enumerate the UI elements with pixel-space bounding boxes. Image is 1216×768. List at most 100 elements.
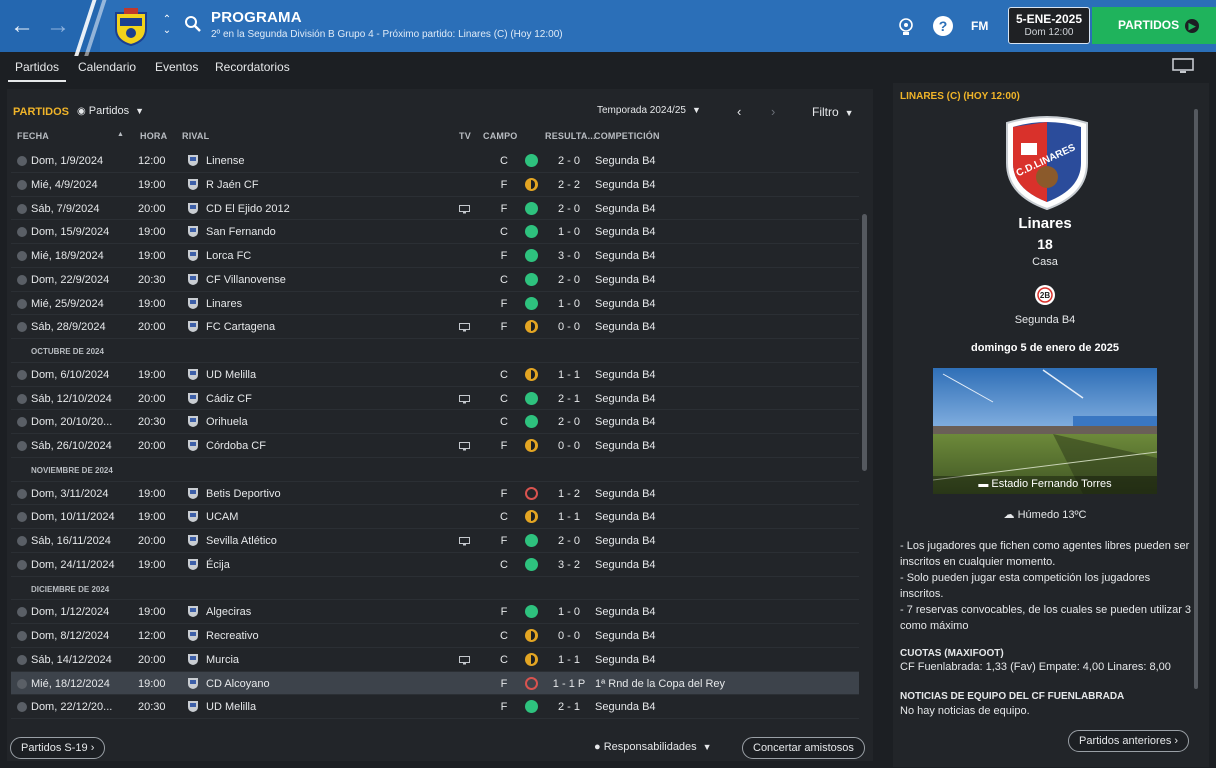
table-row[interactable]: Dom, 10/11/2024 19:00 UCAM C 1 - 1 Segunda B4 — [11, 505, 859, 529]
score-cell[interactable]: 2 - 1 — [549, 393, 589, 405]
rival-link[interactable]: UCAM — [206, 511, 238, 523]
rival-link[interactable]: Linense — [206, 155, 245, 167]
club-crest-icon[interactable] — [110, 5, 152, 47]
score-cell[interactable]: 1 - 0 — [549, 606, 589, 618]
rival-link[interactable]: Linares — [206, 298, 242, 310]
score-cell[interactable]: 1 - 1 — [549, 511, 589, 523]
score-cell[interactable]: 2 - 2 — [549, 179, 589, 191]
score-cell[interactable]: 1 - 1 — [549, 654, 589, 666]
table-row[interactable]: Dom, 1/12/2024 19:00 Algeciras F 1 - 0 Segund… — [11, 600, 859, 624]
partidos-s19-button[interactable]: Partidos S-19 › — [10, 737, 106, 759]
search-icon[interactable] — [184, 15, 202, 33]
tab-recordatorios[interactable]: Recordatorios — [215, 60, 290, 74]
score-cell[interactable]: 3 - 2 — [549, 559, 589, 571]
next-season-icon[interactable]: › — [771, 104, 775, 119]
table-row[interactable]: Dom, 22/12/20... 20:30 UD Melilla F 2 - 1 Seg… — [11, 695, 859, 719]
side-scrollbar[interactable] — [1194, 109, 1198, 689]
score-cell[interactable]: 1 - 0 — [549, 226, 589, 238]
score-cell[interactable]: 3 - 0 — [549, 250, 589, 262]
rival-link[interactable]: CD El Ejido 2012 — [206, 203, 290, 215]
table-row[interactable]: Dom, 20/10/20... 20:30 Orihuela C 2 - 0 Segun… — [11, 410, 859, 434]
score-cell[interactable]: 0 - 0 — [549, 440, 589, 452]
score-cell[interactable]: 2 - 0 — [549, 203, 589, 215]
rival-link[interactable]: Écija — [206, 559, 230, 571]
col-fecha[interactable]: FECHA — [17, 131, 49, 141]
score-cell[interactable]: 0 - 0 — [549, 321, 589, 333]
table-row[interactable]: Mié, 18/12/2024 19:00 CD Alcoyano F 1 - 1 P 1… — [11, 671, 859, 696]
continue-partidos-button[interactable]: PARTIDOS ▶ — [1092, 7, 1216, 44]
table-row[interactable]: Dom, 22/9/2024 20:30 CF Villanovense C 2 - 0… — [11, 268, 859, 292]
table-row[interactable]: Sáb, 28/9/2024 20:00 FC Cartagena F 0 - 0 Seg… — [11, 315, 859, 339]
table-row[interactable]: Mié, 25/9/2024 19:00 Linares F 1 - 0 Segunda … — [11, 292, 859, 316]
score-cell[interactable]: 0 - 0 — [549, 630, 589, 642]
rival-link[interactable]: UD Melilla — [206, 701, 256, 713]
rival-link[interactable]: Lorca FC — [206, 250, 251, 262]
col-hora[interactable]: HORA — [140, 131, 167, 141]
rival-link[interactable]: FC Cartagena — [206, 321, 275, 333]
rival-link[interactable]: R Jaén CF — [206, 179, 259, 191]
view-dropdown[interactable]: ◉ Partidos ▼ — [77, 105, 144, 117]
table-row[interactable]: Dom, 8/12/2024 12:00 Recreativo C 0 - 0 Segun… — [11, 624, 859, 648]
score-cell[interactable]: 2 - 0 — [549, 155, 589, 167]
score-cell[interactable]: 2 - 0 — [549, 416, 589, 428]
rival-link[interactable]: Algeciras — [206, 606, 251, 618]
rival-link[interactable]: Recreativo — [206, 630, 259, 642]
tab-partidos[interactable]: Partidos — [7, 60, 67, 82]
scrollbar[interactable] — [862, 214, 867, 471]
col-resultado[interactable]: RESULTA... — [545, 131, 596, 141]
table-row[interactable]: Dom, 15/9/2024 19:00 San Fernando C 1 - 0 Seg… — [11, 220, 859, 244]
tab-eventos[interactable]: Eventos — [155, 60, 198, 74]
table-row[interactable]: Dom, 1/9/2024 12:00 Linense C 2 - 0 Segunda B… — [11, 149, 859, 173]
rival-link[interactable]: CD Alcoyano — [206, 678, 270, 690]
prev-season-icon[interactable]: ‹ — [737, 104, 741, 119]
col-tv[interactable]: TV — [459, 131, 471, 141]
table-row[interactable]: Dom, 3/11/2024 19:00 Betis Deportivo F 1 - 2… — [11, 482, 859, 506]
table-row[interactable]: Sáb, 7/9/2024 20:00 CD El Ejido 2012 F 2 - 0… — [11, 197, 859, 221]
score-cell[interactable]: 1 - 2 — [549, 488, 589, 500]
fm-logo[interactable]: FM — [971, 14, 988, 38]
col-competicion[interactable]: COMPETICIÓN — [594, 131, 660, 141]
table-row[interactable]: Sáb, 12/10/2024 20:00 Cádiz CF C 2 - 1 Segund… — [11, 387, 859, 411]
back-arrow-icon[interactable]: ← — [8, 12, 36, 40]
forward-arrow-icon[interactable]: → — [44, 12, 72, 40]
filter-dropdown[interactable]: Filtro ▼ — [812, 105, 854, 119]
monitor-icon[interactable] — [1172, 58, 1194, 74]
score-cell[interactable]: 1 - 1 P — [549, 678, 589, 690]
score-cell[interactable]: 2 - 0 — [549, 535, 589, 547]
score-cell[interactable]: 1 - 1 — [549, 369, 589, 381]
match-date-cell: Dom, 6/10/2024 — [31, 368, 110, 381]
table-row[interactable]: Sáb, 26/10/2024 20:00 Córdoba CF F 0 - 0 Segu… — [11, 434, 859, 458]
rival-link[interactable]: Córdoba CF — [206, 440, 266, 452]
game-date[interactable]: 5-ENE-2025 Dom 12:00 — [1008, 7, 1090, 44]
table-row[interactable]: Dom, 24/11/2024 19:00 Écija C 3 - 2 Segunda B… — [11, 553, 859, 577]
rival-link[interactable]: UD Melilla — [206, 369, 256, 381]
score-cell[interactable]: 1 - 0 — [549, 298, 589, 310]
sort-ascending-icon[interactable]: ▲ — [117, 131, 124, 138]
rival-link[interactable]: San Fernando — [206, 226, 276, 238]
table-row[interactable]: Mié, 4/9/2024 19:00 R Jaén CF F 2 - 2 Segunda… — [11, 173, 859, 197]
concertar-amistosos-button[interactable]: Concertar amistosos — [742, 737, 865, 759]
table-row[interactable]: Sáb, 16/11/2024 20:00 Sevilla Atlético F 2 -… — [11, 529, 859, 553]
help-icon[interactable]: ? — [932, 14, 954, 38]
opponent-crest-icon[interactable]: C.D.LINARES — [1001, 113, 1093, 211]
rival-link[interactable]: Sevilla Atlético — [206, 535, 277, 547]
rival-link[interactable]: Murcia — [206, 654, 239, 666]
table-row[interactable]: Sáb, 14/12/2024 20:00 Murcia C 1 - 1 Segunda … — [11, 648, 859, 672]
rival-link[interactable]: Orihuela — [206, 416, 248, 428]
team-switch-icon[interactable]: ⌃ ⌄ — [160, 14, 174, 38]
col-campo[interactable]: CAMPO — [483, 131, 518, 141]
ball-icon[interactable] — [896, 14, 916, 38]
rival-link[interactable]: Cádiz CF — [206, 393, 252, 405]
rival-link[interactable]: Betis Deportivo — [206, 488, 281, 500]
match-time-cell: 19:00 — [138, 558, 166, 571]
season-dropdown[interactable]: Temporada 2024/25 ▼ — [597, 105, 701, 116]
table-row[interactable]: Dom, 6/10/2024 19:00 UD Melilla C 1 - 1 Segun… — [11, 363, 859, 387]
responsabilidades-dropdown[interactable]: ● Responsabilidades ▼ — [594, 741, 712, 753]
score-cell[interactable]: 2 - 0 — [549, 274, 589, 286]
partidos-anteriores-button[interactable]: Partidos anteriores › — [1068, 730, 1190, 752]
table-row[interactable]: Mié, 18/9/2024 19:00 Lorca FC F 3 - 0 Segunda… — [11, 244, 859, 268]
score-cell[interactable]: 2 - 1 — [549, 701, 589, 713]
col-rival[interactable]: RIVAL — [182, 131, 209, 141]
rival-link[interactable]: CF Villanovense — [206, 274, 286, 286]
tab-calendario[interactable]: Calendario — [78, 60, 136, 74]
